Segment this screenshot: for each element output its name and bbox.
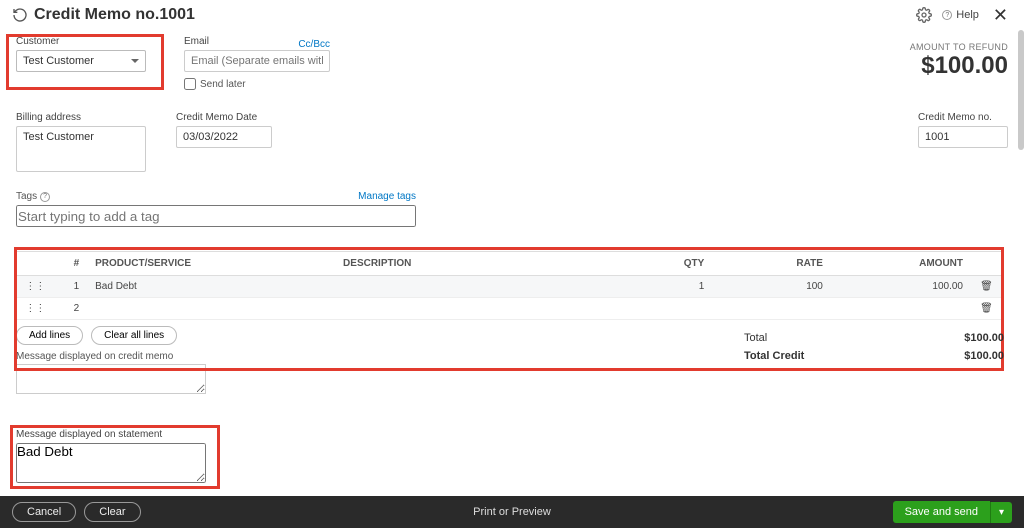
page-title: Credit Memo no.1001 <box>34 6 195 24</box>
send-later-checkbox[interactable] <box>184 78 196 90</box>
drag-handle-icon[interactable]: ⋮⋮ <box>16 276 55 298</box>
tags-label: Tags ? <box>16 191 50 202</box>
col-num: # <box>55 252 87 276</box>
email-label: Email <box>184 36 209 47</box>
total-credit-label: Total Credit <box>744 350 804 362</box>
delete-row-icon[interactable]: 🗑 <box>971 276 1002 298</box>
cancel-button[interactable]: Cancel <box>12 502 76 522</box>
amount-value: $100.00 <box>910 52 1008 80</box>
send-later-label: Send later <box>200 79 246 90</box>
customer-select[interactable]: Test Customer <box>16 50 146 72</box>
col-description: DESCRIPTION <box>335 252 594 276</box>
clear-lines-button[interactable]: Clear all lines <box>91 326 177 345</box>
total-credit-value: $100.00 <box>964 350 1004 362</box>
message-statement-input[interactable] <box>16 443 206 483</box>
gear-icon[interactable] <box>916 7 932 23</box>
save-send-button[interactable]: Save and send <box>893 501 990 523</box>
billing-address-input[interactable] <box>16 126 146 172</box>
memo-date-input[interactable] <box>176 126 272 148</box>
memo-no-input[interactable] <box>918 126 1008 148</box>
col-rate: RATE <box>712 252 831 276</box>
info-icon[interactable]: ? <box>40 192 50 202</box>
lines-table: # PRODUCT/SERVICE DESCRIPTION QTY RATE A… <box>16 251 1002 320</box>
col-product-service: PRODUCT/SERVICE <box>87 252 335 276</box>
customer-value: Test Customer <box>23 55 94 67</box>
drag-handle-icon[interactable]: ⋮⋮ <box>16 298 55 320</box>
tags-input[interactable] <box>16 205 416 227</box>
close-icon[interactable]: ✕ <box>989 6 1012 24</box>
help-link[interactable]: ? Help <box>942 9 979 21</box>
customer-label: Customer <box>16 36 146 47</box>
add-lines-button[interactable]: Add lines <box>16 326 83 345</box>
amount-label: AMOUNT TO REFUND <box>910 42 1008 52</box>
scrollbar[interactable] <box>1018 30 1024 496</box>
memo-no-label: Credit Memo no. <box>918 112 1008 123</box>
chevron-down-icon <box>131 59 139 67</box>
table-row[interactable]: ⋮⋮ 2 🗑 <box>16 298 1002 320</box>
manage-tags-link[interactable]: Manage tags <box>358 191 416 202</box>
billing-label: Billing address <box>16 112 146 123</box>
help-label: Help <box>956 9 979 21</box>
message-statement-label: Message displayed on statement <box>16 429 1008 440</box>
save-send-dropdown[interactable]: ▾ <box>990 502 1012 523</box>
cc-bcc-link[interactable]: Cc/Bcc <box>298 39 330 50</box>
total-label: Total <box>744 332 767 344</box>
col-amount: AMOUNT <box>831 252 971 276</box>
total-value: $100.00 <box>964 332 1004 344</box>
col-qty: QTY <box>594 252 713 276</box>
clear-button[interactable]: Clear <box>84 502 140 522</box>
memo-date-label: Credit Memo Date <box>176 112 272 123</box>
table-row[interactable]: ⋮⋮ 1 Bad Debt 1 100 100.00 🗑 <box>16 276 1002 298</box>
print-preview-link[interactable]: Print or Preview <box>473 506 551 518</box>
refresh-icon[interactable] <box>12 7 28 23</box>
email-input[interactable] <box>184 50 330 72</box>
delete-row-icon[interactable]: 🗑 <box>971 298 1002 320</box>
message-memo-input[interactable] <box>16 364 206 394</box>
